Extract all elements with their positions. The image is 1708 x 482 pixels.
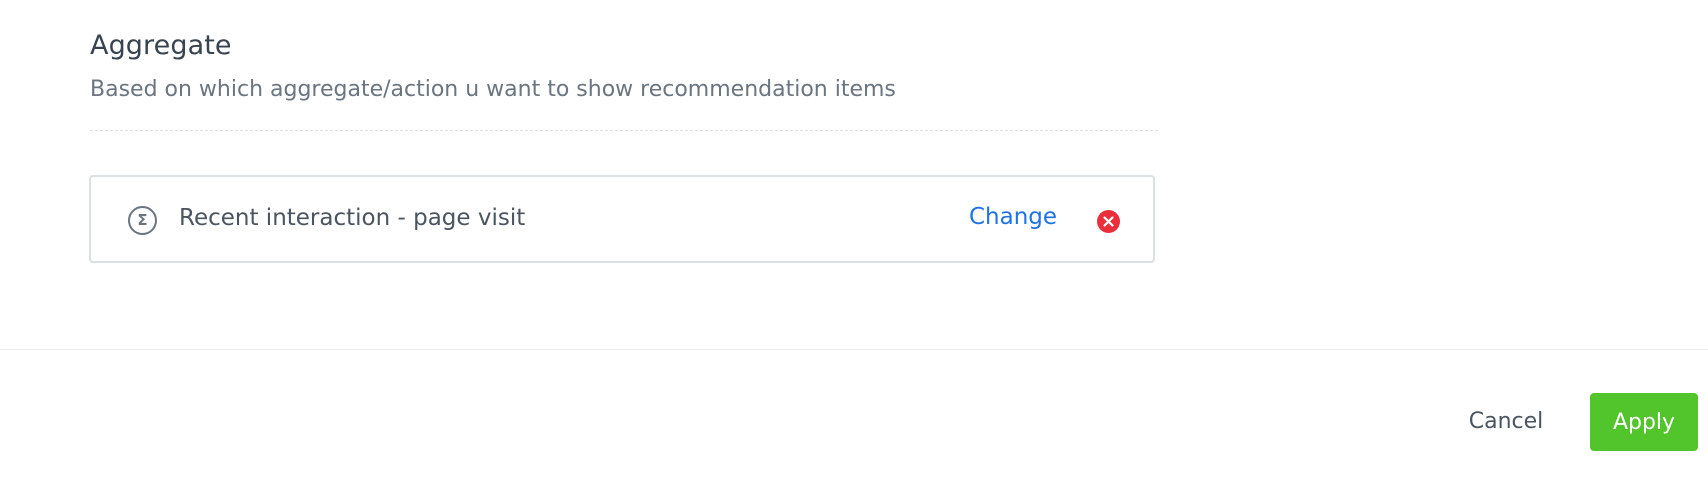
close-circle-icon[interactable] [1097,210,1120,233]
change-link[interactable]: Change [969,204,1057,230]
divider [90,130,1158,131]
section-title: Aggregate [90,30,232,61]
footer-divider [0,349,1708,350]
sigma-icon: Σ [128,206,157,235]
section-description: Based on which aggregate/action u want t… [90,77,896,102]
aggregate-label: Recent interaction - page visit [179,205,526,231]
apply-button[interactable]: Apply [1590,393,1698,451]
aggregate-modal: Aggregate Based on which aggregate/actio… [0,0,1708,482]
cancel-button[interactable]: Cancel [1440,393,1572,449]
selected-aggregate-card: Σ Recent interaction - page visit Change [89,175,1155,263]
